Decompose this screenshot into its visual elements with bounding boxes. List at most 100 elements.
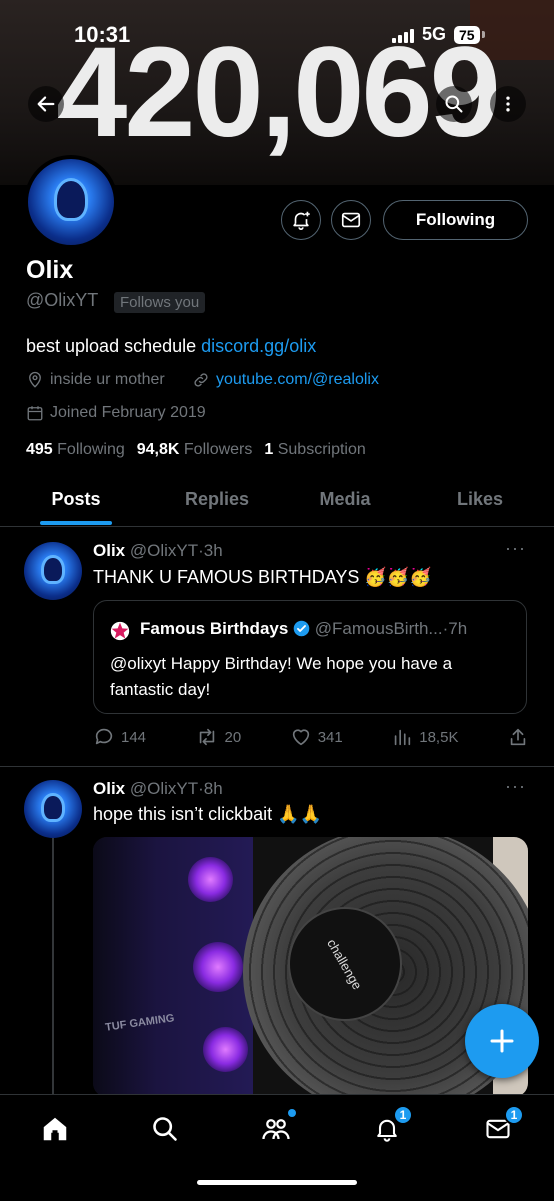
status-time: 10:31 (74, 22, 131, 47)
following-button[interactable]: Following (383, 200, 528, 240)
calendar-icon (27, 406, 43, 421)
tab-posts[interactable]: Posts (26, 478, 126, 526)
network-label: 5G (422, 24, 447, 44)
quote-text: @olixyt Happy Birthday! We hope you have… (110, 654, 453, 699)
tweet-media-image[interactable]: TUF GAMING challenge (93, 837, 528, 1097)
profile-tabs: Posts Replies Media Likes (0, 478, 554, 527)
following-stat[interactable]: 495 Following (26, 441, 125, 459)
back-button[interactable] (28, 86, 64, 122)
tweet-time: 8h (203, 779, 223, 798)
more-options-button[interactable] (490, 86, 526, 122)
tweet-time: 3h (203, 541, 223, 560)
location-pin-icon (29, 371, 41, 388)
envelope-icon (341, 212, 361, 228)
followers-count: 94,8K (136, 441, 180, 458)
location-row: inside ur mother (26, 371, 165, 389)
tweet-more-button[interactable]: ··· (505, 776, 526, 797)
profile-avatar[interactable] (24, 155, 118, 249)
share-button[interactable] (507, 726, 529, 748)
quote-author-handle: @FamousBirth... (314, 619, 443, 638)
like-count: 341 (317, 728, 343, 746)
following-label: Following (57, 441, 125, 458)
subscription-stat[interactable]: 1 Subscription (264, 441, 365, 459)
nav-search[interactable] (147, 1111, 183, 1147)
thread-line (52, 826, 54, 1096)
tweet-actions: 144 20 341 18,5K (93, 726, 529, 748)
search-icon (445, 95, 463, 113)
home-icon (43, 1117, 67, 1141)
reply-count: 144 (121, 728, 147, 746)
joined-text: Joined February 2019 (50, 404, 206, 421)
tab-media[interactable]: Media (295, 478, 395, 526)
search-button[interactable] (436, 86, 472, 122)
views-count: 18,5K (419, 728, 459, 746)
repost-button[interactable]: 20 (195, 726, 241, 748)
rgb-fan (203, 1027, 248, 1072)
heart-icon (292, 729, 309, 746)
nav-communities[interactable] (258, 1109, 296, 1147)
bio-link[interactable]: discord.gg/olix (201, 336, 316, 356)
notify-button[interactable] (281, 200, 321, 240)
battery-level: 75 (454, 25, 480, 44)
rgb-fan (188, 857, 233, 902)
tweet-author-name[interactable]: Olix (93, 541, 125, 560)
home-indicator[interactable] (197, 1180, 357, 1185)
followers-stat[interactable]: 94,8K Followers (137, 441, 253, 459)
nav-notifications[interactable]: 1 (369, 1105, 413, 1147)
tab-replies[interactable]: Replies (167, 478, 267, 526)
verified-badge-icon (293, 620, 310, 637)
communities-icon (262, 1119, 290, 1140)
share-icon (510, 728, 526, 746)
tweet-avatar[interactable] (24, 780, 82, 838)
nav-messages[interactable]: 1 (480, 1105, 524, 1147)
nav-home[interactable] (37, 1111, 73, 1147)
tweet-more-button[interactable]: ··· (505, 538, 526, 559)
tab-likes[interactable]: Likes (430, 478, 530, 526)
views-button[interactable]: 18,5K (391, 726, 458, 748)
views-chart-icon (395, 729, 411, 746)
website-link[interactable]: youtube.com/@realolix (216, 371, 379, 389)
tweet-text: hope this isn’t clickbait 🙏🙏 (93, 804, 322, 824)
notifications-badge: 1 (393, 1105, 413, 1125)
compose-button[interactable] (465, 1004, 539, 1078)
followers-label: Followers (183, 441, 253, 458)
more-vertical-icon (506, 96, 510, 112)
joined-row: Joined February 2019 (26, 404, 206, 422)
tweet-author-handle: @OlixYT (129, 541, 199, 560)
tweet-divider (0, 766, 554, 767)
link-icon (194, 373, 208, 387)
signal-icon (392, 27, 414, 43)
tweet-text: THANK U FAMOUS BIRTHDAYS 🥳🥳🥳 (93, 567, 432, 587)
communities-dot (288, 1109, 296, 1117)
like-button[interactable]: 341 (290, 726, 343, 748)
rgb-fan (193, 942, 243, 992)
plus-icon (490, 1029, 514, 1053)
quote-header: Famous Birthdays @FamousBirth...·7h (140, 619, 468, 638)
tweet-header: Olix @OlixYT·8h (93, 779, 223, 798)
following-count: 495 (26, 441, 53, 458)
profile-handle: @OlixYT (26, 290, 99, 310)
famous-birthdays-logo-icon (110, 621, 130, 641)
profile-name: Olix (26, 256, 74, 284)
tweet-avatar[interactable] (24, 542, 82, 600)
bell-plus-icon (293, 211, 310, 230)
bio-text: best upload schedule (26, 336, 202, 356)
battery-icon: 75 (454, 25, 485, 44)
message-button[interactable] (331, 200, 371, 240)
messages-badge: 1 (504, 1105, 524, 1125)
profile-bio: best upload schedule discord.gg/olix (26, 336, 316, 357)
arrow-left-icon (37, 96, 55, 112)
reply-button[interactable]: 144 (93, 726, 146, 748)
website-row[interactable]: youtube.com/@realolix (192, 371, 379, 389)
status-indicators: 5G 75 (392, 24, 485, 45)
repost-icon (199, 728, 214, 746)
quoted-tweet[interactable]: Famous Birthdays @FamousBirth...·7h @oli… (93, 600, 527, 714)
tweet-author-name[interactable]: Olix (93, 779, 125, 798)
location-text: inside ur mother (50, 371, 165, 388)
subscription-label: Subscription (277, 441, 366, 458)
quote-author-name: Famous Birthdays (140, 619, 289, 638)
search-icon (153, 1117, 177, 1141)
reply-icon (95, 728, 113, 745)
tweet-header: Olix @OlixYT·3h (93, 541, 223, 560)
active-tab-indicator (40, 521, 112, 525)
